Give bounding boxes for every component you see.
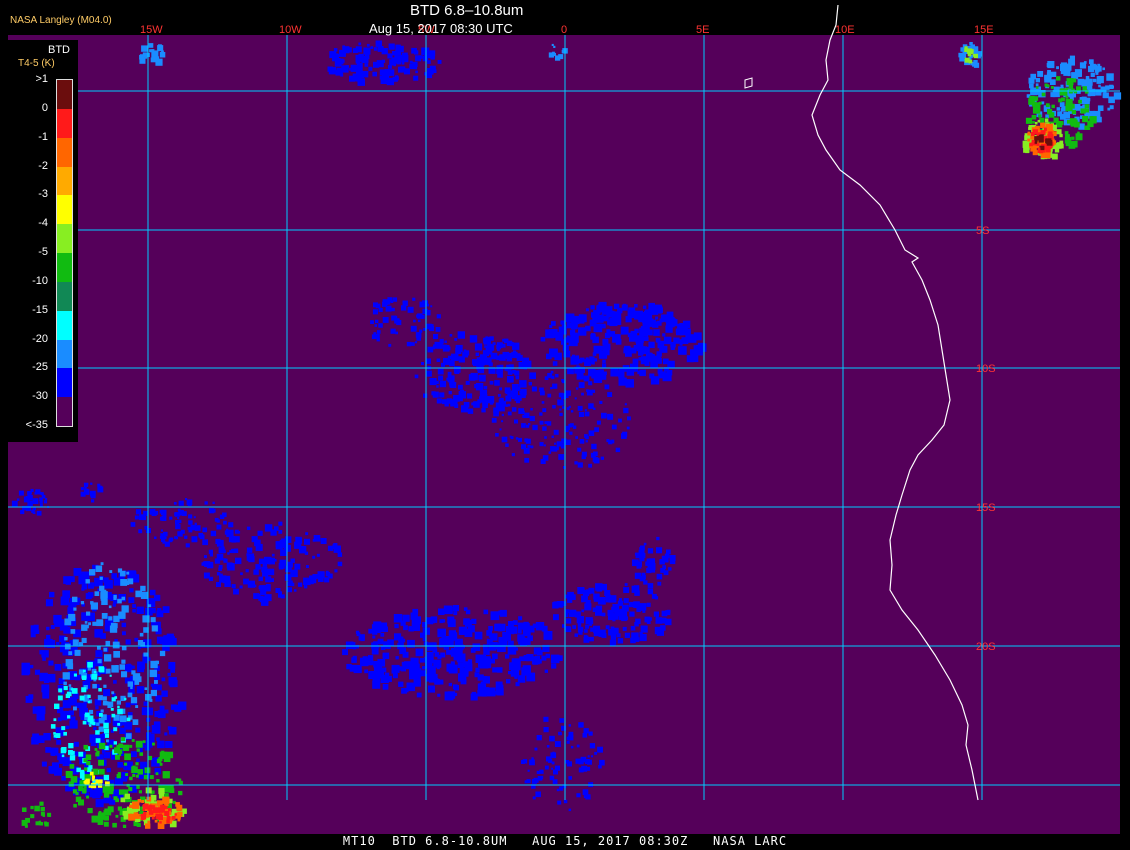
legend-swatch: [57, 397, 72, 427]
color-legend: BTD T4-5 (K) >1 0 -1 -2 -3 -4 -5 -10 -15 -20 -25 -3…: [8, 40, 78, 442]
legend-tick-label: -5: [38, 246, 48, 258]
footer-caption: MT10 BTD 6.8-10.8UM AUG 15, 2017 08:30Z …: [342, 834, 788, 848]
legend-colorbar: [56, 79, 73, 427]
latitude-label: 15S: [976, 502, 996, 514]
legend-tick-label: >1: [35, 73, 48, 85]
legend-tick-label: -1: [38, 130, 48, 143]
legend-swatch: [57, 108, 72, 139]
longitude-label: 15E: [974, 24, 994, 36]
legend-swatch: [57, 368, 72, 398]
satellite-map: 15W 10W 5W 0 5E 10E 15E5S10S15S20S: [8, 4, 1122, 834]
longitude-label: 15W: [140, 24, 163, 36]
legend-swatch: [57, 281, 72, 312]
longitude-label: 0: [561, 24, 567, 36]
legend-tick-label: -30: [32, 390, 48, 403]
legend-tick-label: <-35: [25, 419, 48, 431]
legend-swatch: [57, 253, 72, 283]
legend-tick-label: -4: [38, 217, 48, 230]
legend-swatch: [57, 224, 72, 254]
latitude-label: 20S: [976, 641, 996, 653]
legend-tick-label: -2: [38, 159, 48, 172]
legend-swatch: [57, 166, 72, 196]
agency-label: NASA Langley (M04.0): [10, 15, 112, 26]
legend-subtitle: T4-5 (K): [18, 58, 55, 69]
legend-swatch: [57, 137, 72, 167]
map-background: [8, 35, 1120, 834]
legend-swatch: [57, 310, 72, 340]
longitude-label: 10W: [279, 24, 302, 36]
legend-tick-label: -25: [32, 361, 48, 374]
legend-title: BTD: [48, 44, 70, 56]
longitude-label: 10E: [835, 24, 855, 36]
longitude-label: 5E: [696, 24, 709, 36]
legend-swatch: [57, 339, 72, 369]
latitude-label: 10S: [976, 363, 996, 375]
legend-swatch: [57, 195, 72, 225]
observation-timestamp: Aug 15, 2017 08:30 UTC: [369, 21, 513, 36]
legend-tick-label: 0: [41, 101, 48, 114]
legend-tick-label: -10: [32, 274, 48, 287]
legend-swatch: [57, 80, 72, 110]
product-title: BTD 6.8–10.8um: [410, 2, 524, 19]
legend-tick-label: -15: [32, 303, 48, 316]
latitude-label: 5S: [976, 225, 989, 237]
legend-tick-label: -3: [38, 188, 48, 201]
legend-tick-label: -20: [32, 332, 48, 345]
